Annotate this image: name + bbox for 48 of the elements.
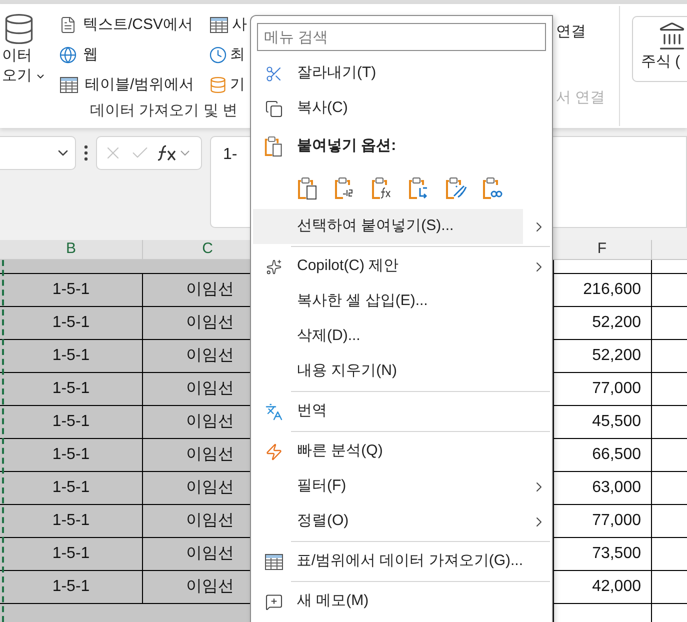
clipboard-icon xyxy=(445,176,467,200)
comment-plus-icon xyxy=(265,592,283,610)
table-cell: 1-5-1 xyxy=(0,373,143,405)
paste-options-heading: 붙여넣기 옵션: xyxy=(297,136,396,156)
menu-item[interactable]: 잘라내기(T) xyxy=(251,56,523,91)
table-cell: 1-5-1 xyxy=(0,340,143,372)
translate-icon xyxy=(265,402,283,420)
table-icon xyxy=(59,75,79,95)
table-cell: 1-5-1 xyxy=(0,472,143,504)
table-icon xyxy=(209,15,229,35)
clipboard-icon xyxy=(371,176,393,200)
table-cell: 1-5-1 xyxy=(0,538,143,570)
document-icon xyxy=(59,16,77,34)
table-cell: 1-5-1 xyxy=(0,307,143,339)
ribbon-source-button[interactable]: 테이블/범위에서 xyxy=(59,70,209,100)
menu-item[interactable]: 복사(C) xyxy=(251,91,523,126)
ribbon-source-button[interactable]: 텍스트/CSV에서 xyxy=(59,10,209,40)
table-cell: 1-5-1 xyxy=(0,274,143,306)
copy-icon xyxy=(265,100,283,118)
table-cell: 1-5-1 xyxy=(0,505,143,537)
table-cell: 1-5-1 xyxy=(0,439,143,471)
lightning-icon xyxy=(265,442,283,460)
clipboard-icon xyxy=(297,176,319,200)
ribbon-source-button[interactable]: 웹 xyxy=(59,40,209,70)
bank-icon xyxy=(657,20,687,50)
group-label: 데이터 가져오기 및 변 xyxy=(90,102,238,119)
menu-search-field[interactable]: 메뉴 검색 xyxy=(257,23,546,51)
table-cell: 1-5-1 xyxy=(0,571,143,603)
ribbon-source-button[interactable]: 사 xyxy=(209,10,247,40)
database-icon xyxy=(209,76,227,94)
more-icon xyxy=(84,145,88,161)
ribbon-source-button[interactable]: 최 xyxy=(209,40,247,70)
connections-button[interactable]: 연결 xyxy=(556,16,586,48)
globe-icon xyxy=(59,46,77,64)
clipboard-icon xyxy=(408,176,430,200)
clipboard-icon xyxy=(264,135,284,157)
get-data-button[interactable]: 이터 오기 xyxy=(0,4,50,100)
function-icon[interactable] xyxy=(157,144,191,162)
clock-icon xyxy=(209,46,227,64)
table-icon xyxy=(264,552,284,572)
stocks-button[interactable]: 주식 ( xyxy=(632,16,687,82)
table-cell: 1-5-1 xyxy=(0,406,143,438)
column-header[interactable]: B xyxy=(0,240,143,259)
menu-item[interactable]: 선택하여 붙여넣기(S)... xyxy=(253,209,523,244)
ribbon-source-button[interactable]: 기 xyxy=(209,70,247,100)
sparkle-icon xyxy=(266,258,282,274)
clipboard-icon xyxy=(482,176,504,200)
scissors-icon xyxy=(265,64,283,82)
